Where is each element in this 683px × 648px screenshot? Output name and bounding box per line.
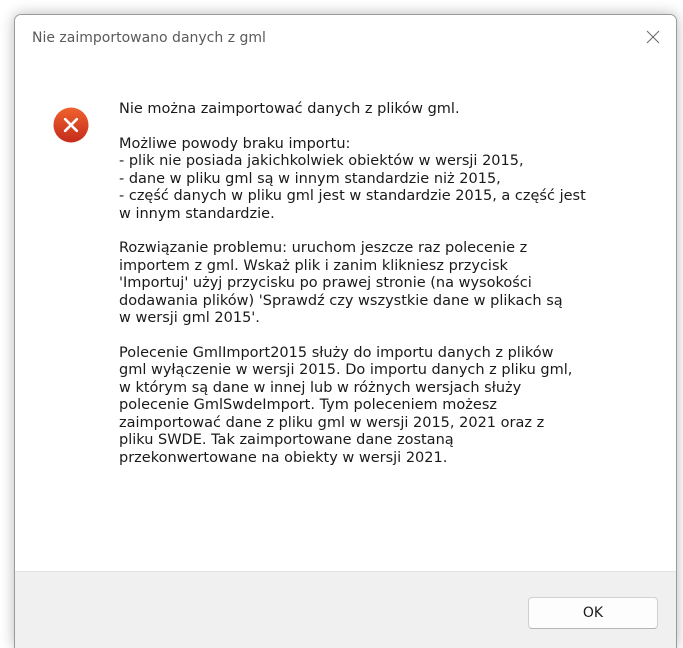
message-reasons: Możliwe powody braku importu: - plik nie…	[119, 135, 586, 222]
dialog-titlebar[interactable]: Nie zaimportowano danych z gml	[15, 15, 676, 65]
error-message: Nie można zaimportować danych z plików g…	[119, 101, 659, 484]
error-dialog: Nie zaimportowano danych z gml Nie można…	[14, 14, 677, 648]
ok-button[interactable]: OK	[528, 597, 658, 629]
message-heading: Nie można zaimportować danych z plików g…	[119, 101, 460, 117]
dialog-title: Nie zaimportowano danych z gml	[32, 30, 266, 46]
message-solution: Rozwiązanie problemu: uruchom jeszcze ra…	[119, 240, 563, 326]
dialog-content: Nie można zaimportować danych z plików g…	[15, 65, 676, 571]
error-icon	[53, 107, 89, 143]
message-note: Polecenie GmlImport2015 służy do importu…	[119, 344, 573, 466]
close-icon	[646, 30, 660, 44]
close-button[interactable]	[630, 15, 676, 59]
dialog-footer: OK	[15, 571, 676, 648]
